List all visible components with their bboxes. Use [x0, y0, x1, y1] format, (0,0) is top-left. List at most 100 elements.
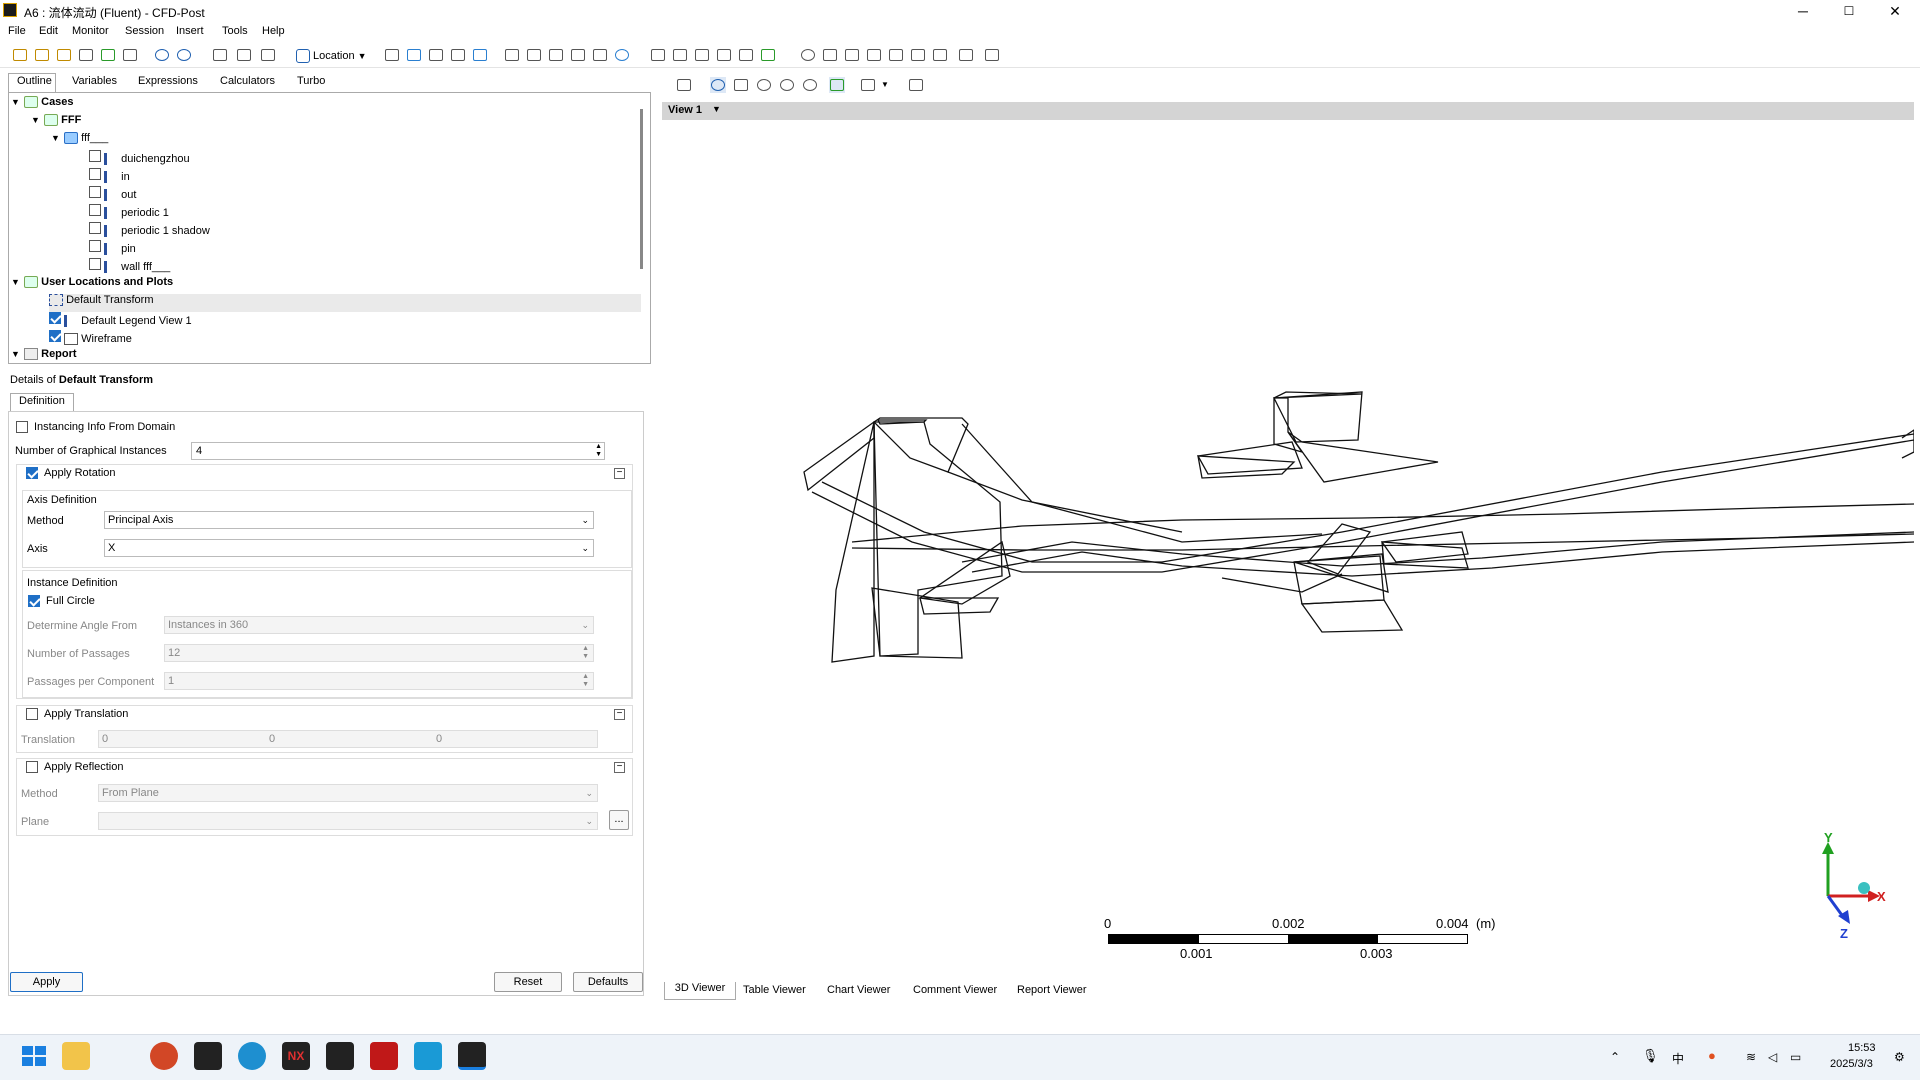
num-passages-input[interactable]: 12 ▲ ▼ — [164, 644, 594, 662]
tree-region[interactable]: periodic 1 — [89, 204, 169, 222]
coordinate-frame-icon[interactable] — [548, 47, 564, 63]
select-icon[interactable] — [676, 77, 692, 93]
chevron-down-icon[interactable]: ▼ — [31, 115, 41, 125]
command-editor-icon[interactable] — [984, 47, 1000, 63]
plane-select[interactable]: ⌄ — [98, 812, 598, 830]
cfd-post-icon[interactable] — [458, 1042, 486, 1070]
nx-icon[interactable]: NX — [282, 1042, 310, 1070]
print-icon[interactable] — [122, 47, 138, 63]
volume-rendering-icon[interactable] — [472, 47, 488, 63]
location-dropdown[interactable]: Location ▼ — [296, 47, 367, 65]
wireframe-checkbox[interactable] — [49, 330, 61, 342]
instancing-info-checkbox[interactable] — [16, 421, 28, 433]
volume-icon[interactable]: ◁ — [1768, 1050, 1777, 1064]
tab-outline[interactable]: Outline — [8, 73, 56, 92]
apply-rotation-checkbox[interactable] — [26, 467, 38, 479]
app-bird-icon[interactable] — [414, 1042, 442, 1070]
probe-icon[interactable] — [866, 47, 882, 63]
close-button[interactable]: ✕ — [1872, 0, 1918, 22]
highlight-icon[interactable] — [829, 77, 845, 93]
minimize-button[interactable]: ─ — [1780, 0, 1826, 22]
tab-expressions[interactable]: Expressions — [138, 75, 198, 87]
vector-icon[interactable] — [384, 47, 400, 63]
clip-plane-icon[interactable] — [614, 47, 630, 63]
clock-time[interactable]: 15:53 — [1848, 1042, 1876, 1054]
apply-translation-checkbox[interactable] — [26, 708, 38, 720]
acrobat-icon[interactable] — [370, 1042, 398, 1070]
file-explorer-icon[interactable] — [62, 1042, 90, 1070]
comment-icon[interactable] — [738, 47, 754, 63]
zoom-icon[interactable] — [756, 77, 772, 93]
instance-transform-icon[interactable] — [592, 47, 608, 63]
tree-fff-case[interactable]: ▼ FFF — [31, 114, 81, 132]
chevron-down-icon[interactable]: ▼ — [712, 104, 721, 114]
reflection-method-select[interactable]: From Plane ⌄ — [98, 784, 598, 802]
tree-default-transform[interactable]: Default Transform — [49, 294, 641, 312]
chart-icon[interactable] — [716, 47, 732, 63]
notification-icon[interactable]: ⚙ — [1894, 1050, 1905, 1064]
wireframe-model[interactable] — [662, 122, 1914, 980]
spinner-icon[interactable]: ▲ ▼ — [582, 673, 589, 689]
tree-region[interactable]: periodic 1 shadow — [89, 222, 210, 240]
tab-3d-viewer[interactable]: 3D Viewer — [664, 982, 736, 1000]
load-state-icon[interactable] — [34, 47, 50, 63]
tab-calculators[interactable]: Calculators — [220, 75, 275, 87]
tab-table-viewer[interactable]: Table Viewer — [743, 984, 806, 996]
figure-icon[interactable] — [760, 47, 776, 63]
region-checkbox[interactable] — [89, 204, 101, 216]
expression-icon[interactable] — [672, 47, 688, 63]
chevron-down-icon[interactable]: ▼ — [11, 97, 21, 107]
apply-rotation-row[interactable]: Apply Rotation — [26, 467, 116, 479]
axis-select[interactable]: X ⌄ — [104, 539, 594, 557]
tray-chevron-up-icon[interactable]: ⌃ — [1610, 1050, 1620, 1064]
save-icon[interactable] — [78, 47, 94, 63]
tree-region[interactable]: duichengzhou — [89, 150, 190, 168]
redo-icon[interactable] — [176, 47, 192, 63]
pan-icon[interactable] — [733, 77, 749, 93]
text-icon[interactable] — [526, 47, 542, 63]
refresh-icon[interactable] — [100, 47, 116, 63]
collapse-icon[interactable]: − — [614, 468, 625, 479]
quick-editor-icon[interactable] — [844, 47, 860, 63]
tree-report[interactable]: ▼ Report — [11, 348, 77, 366]
region-checkbox[interactable] — [89, 168, 101, 180]
menu-help[interactable]: Help — [262, 25, 285, 37]
method-select[interactable]: Principal Axis ⌄ — [104, 511, 594, 529]
menu-tools[interactable]: Tools — [222, 25, 248, 37]
region-checkbox[interactable] — [89, 240, 101, 252]
paste-icon[interactable] — [260, 47, 276, 63]
menu-edit[interactable]: Edit — [39, 25, 58, 37]
case-comparison-icon[interactable] — [958, 47, 974, 63]
tab-comment-viewer[interactable]: Comment Viewer — [913, 984, 997, 996]
tab-definition[interactable]: Definition — [10, 393, 74, 412]
function-calculator-icon[interactable] — [888, 47, 904, 63]
region-checkbox[interactable] — [89, 186, 101, 198]
menu-insert[interactable]: Insert — [176, 25, 204, 37]
passages-per-component-input[interactable]: 1 ▲ ▼ — [164, 672, 594, 690]
apply-translation-row[interactable]: Apply Translation — [26, 708, 128, 720]
menu-session[interactable]: Session — [125, 25, 164, 37]
spinner-icon[interactable]: ▲ ▼ — [595, 443, 602, 459]
collapse-icon[interactable]: − — [614, 709, 625, 720]
tree-fff-domain[interactable]: ▼ fff___ — [51, 132, 108, 150]
chevron-down-icon[interactable]: ▼ — [11, 277, 21, 287]
particle-track-icon[interactable] — [450, 47, 466, 63]
microphone-icon[interactable]: 🎙 — [1642, 1048, 1659, 1064]
tree-default-legend[interactable]: Default Legend View 1 — [49, 312, 192, 330]
tree-region[interactable]: pin — [89, 240, 136, 258]
full-circle-checkbox[interactable] — [28, 595, 40, 607]
chevron-down-icon[interactable]: ▼ — [11, 349, 21, 359]
reset-button[interactable]: Reset — [494, 972, 562, 992]
timestep-icon[interactable] — [800, 47, 816, 63]
tab-variables[interactable]: Variables — [72, 75, 117, 87]
view-label[interactable]: View 1 — [668, 104, 702, 116]
instancing-info-row[interactable]: Instancing Info From Domain — [16, 421, 175, 433]
menu-file[interactable]: File — [8, 25, 26, 37]
battery-icon[interactable]: ▭ — [1790, 1050, 1801, 1064]
new-case-icon[interactable] — [12, 47, 28, 63]
table-icon[interactable] — [694, 47, 710, 63]
determine-angle-select[interactable]: Instances in 360 ⌄ — [164, 616, 594, 634]
viewport-layout-icon[interactable] — [860, 77, 876, 93]
collapse-icon[interactable]: − — [614, 762, 625, 773]
tree-wireframe[interactable]: Wireframe — [49, 330, 132, 348]
